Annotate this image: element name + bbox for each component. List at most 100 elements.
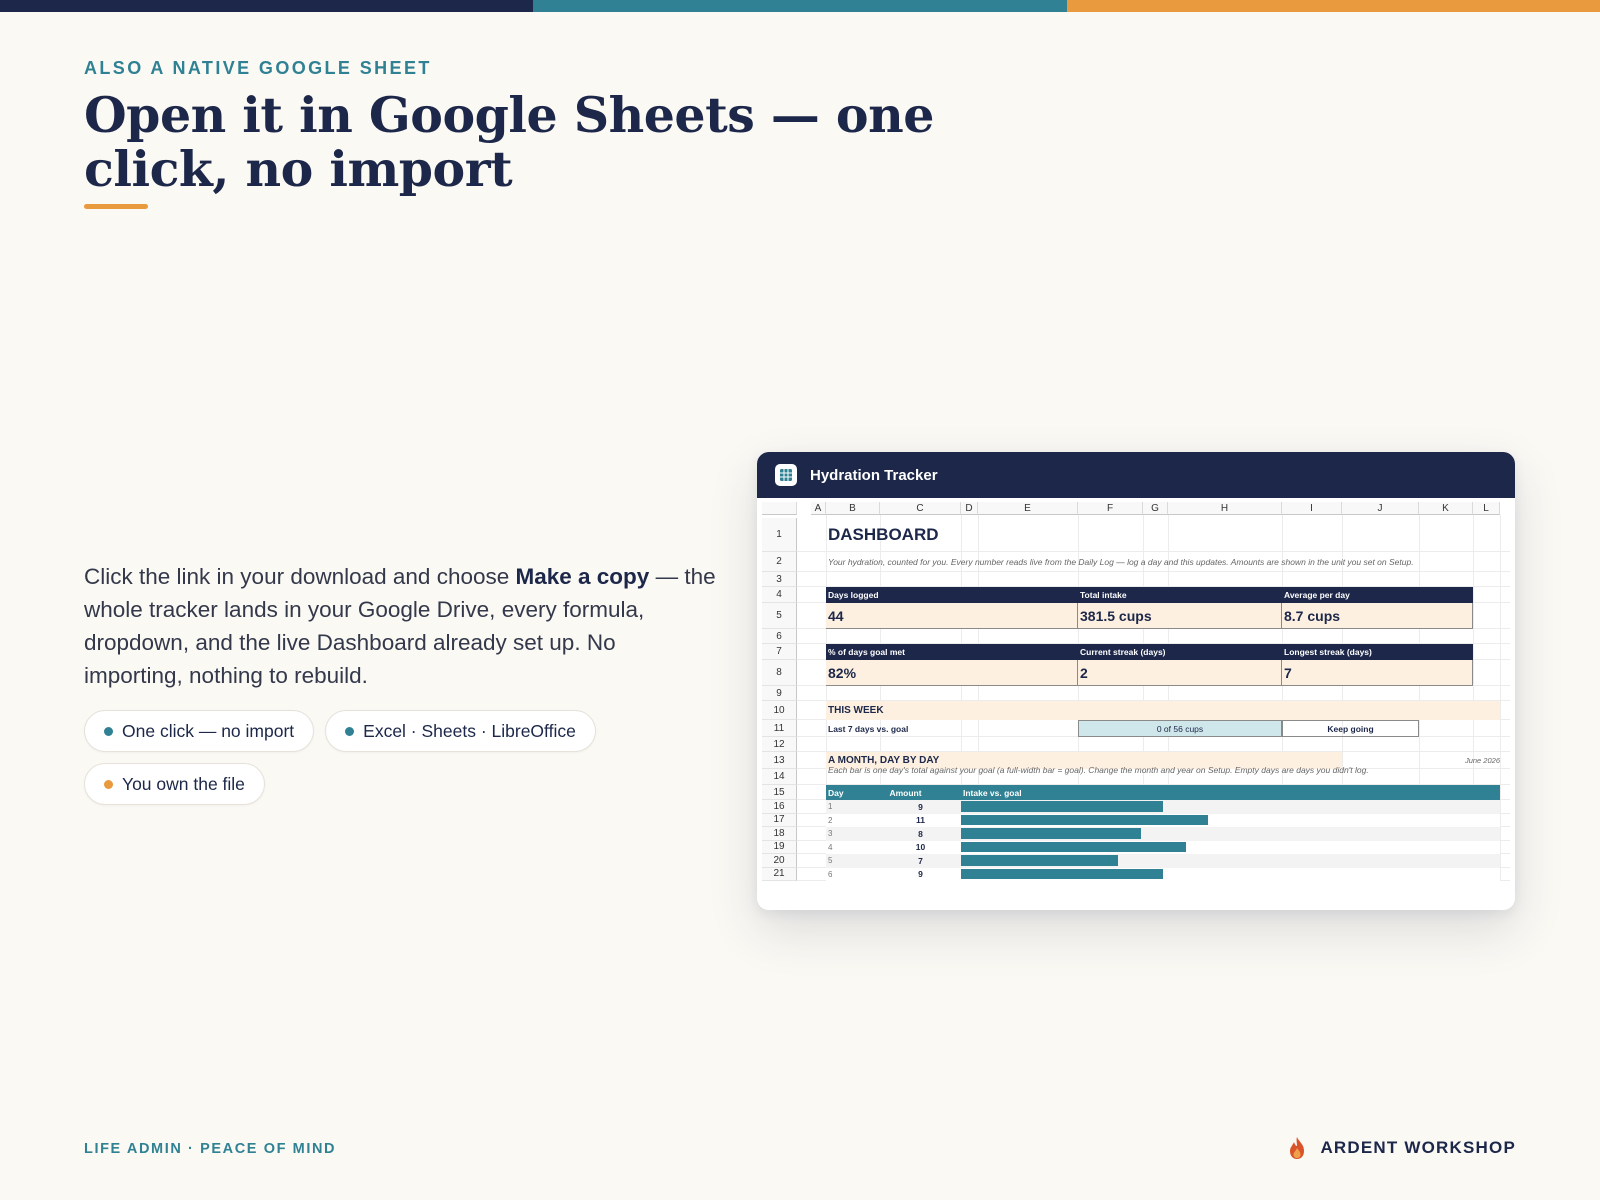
day-cell: 6	[828, 869, 833, 879]
row-header-9[interactable]: 9	[762, 686, 797, 701]
table-header-amount: Amount	[850, 785, 961, 800]
amount-cell: 10	[915, 842, 926, 853]
accent-segment-navy	[0, 0, 534, 12]
row-header-19[interactable]: 19	[762, 840, 797, 854]
row-header-2[interactable]: 2	[762, 552, 797, 572]
row-header-17[interactable]: 17	[762, 813, 797, 827]
sheet-grid-icon	[775, 464, 797, 486]
row-header-15[interactable]: 15	[762, 785, 797, 800]
kpi-label: % of days goal met	[826, 644, 1078, 660]
body-copy: Click the link in your download and choo…	[84, 560, 716, 692]
kpi-value: 44	[826, 603, 1078, 629]
top-accent-bar	[0, 0, 1600, 12]
body-text-bold: Make a copy	[515, 564, 650, 589]
intake-bar	[961, 855, 1118, 866]
week-progress-cell: 0 of 56 cups	[1078, 720, 1282, 737]
month-note: Each bar is one day's total against your…	[828, 765, 1369, 775]
column-header-l[interactable]: L	[1473, 502, 1500, 515]
column-header-a[interactable]: A	[811, 502, 826, 515]
page-title: Open it in Google Sheets — one click, no…	[84, 86, 934, 198]
dashboard-subtitle: Your hydration, counted for you. Every n…	[828, 557, 1414, 567]
intake-bar	[961, 841, 1186, 852]
kpi-label: Longest streak (days)	[1282, 644, 1473, 660]
day-cell: 5	[828, 856, 833, 866]
amount-cell: 7	[918, 855, 923, 866]
dot-icon	[104, 779, 113, 789]
window-title: Hydration Tracker	[810, 466, 938, 484]
sheet-corner	[762, 502, 797, 515]
intake-bar	[961, 828, 1141, 839]
sheet-grid: A B C D E F G H I J K L 1 2 3 4 5 6 7 8 9 10 11 12 13 14 15 16 17 18 1…	[757, 498, 1515, 910]
column-header-i[interactable]: I	[1282, 502, 1342, 515]
row-header-14[interactable]: 14	[762, 769, 797, 785]
brand-name: ARDENT WORKSHOP	[1320, 1138, 1516, 1157]
row-header-6[interactable]: 6	[762, 629, 797, 644]
day-cell: 3	[828, 829, 833, 839]
column-header-b[interactable]: B	[826, 502, 880, 515]
row-header-1[interactable]: 1	[762, 518, 797, 552]
title-underline	[84, 204, 148, 209]
pill-label: One click — no import	[122, 720, 295, 741]
dashboard-title: DASHBOARD	[828, 525, 939, 544]
column-header-j[interactable]: J	[1342, 502, 1419, 515]
body-text-start: Click the link in your download and choo…	[84, 564, 516, 589]
kpi-value: 82%	[826, 660, 1078, 686]
row-header-13[interactable]: 13	[762, 752, 797, 769]
kpi-value: 2	[1078, 660, 1282, 686]
row-header-12[interactable]: 12	[762, 737, 797, 752]
amount-cell: 8	[918, 828, 923, 839]
day-cell: 2	[828, 815, 833, 825]
footer-tagline: LIFE ADMIN · PEACE OF MIND	[84, 1141, 337, 1157]
pill-label: You own the file	[122, 773, 245, 794]
row-header-5[interactable]: 5	[762, 603, 797, 629]
column-header-c[interactable]: C	[880, 502, 961, 515]
day-cell: 4	[828, 842, 833, 852]
amount-cell: 9	[918, 801, 923, 812]
kpi-value: 7	[1282, 660, 1473, 686]
spreadsheet-preview-window: Hydration Tracker ABCDEFGHIJKL1234567891…	[757, 452, 1515, 910]
row-header-4[interactable]: 4	[762, 587, 797, 603]
column-header-f[interactable]: F	[1078, 502, 1143, 515]
window-titlebar: Hydration Tracker	[757, 452, 1515, 498]
row-header-10[interactable]: 10	[762, 701, 797, 720]
accent-segment-orange	[1066, 0, 1600, 12]
row-header-3[interactable]: 3	[762, 572, 797, 587]
amount-cell: 9	[918, 869, 923, 880]
footer-brand: ARDENT WORKSHOP	[1286, 1136, 1516, 1160]
pill-label: Excel · Sheets · LibreOffice	[363, 720, 576, 741]
kpi-label: Days logged	[826, 587, 1078, 603]
column-header-h[interactable]: H	[1168, 502, 1282, 515]
intake-bar	[961, 868, 1163, 879]
accent-segment-teal	[533, 0, 1067, 12]
row-header-21[interactable]: 21	[762, 867, 797, 881]
column-header-d[interactable]: D	[961, 502, 978, 515]
dot-icon	[345, 726, 355, 736]
intake-bar	[961, 801, 1163, 812]
row-header-20[interactable]: 20	[762, 854, 797, 868]
row-header-7[interactable]: 7	[762, 644, 797, 660]
column-header-e[interactable]: E	[978, 502, 1078, 515]
eyebrow-label: ALSO A NATIVE GOOGLE SHEET	[84, 58, 432, 78]
pill-ownership: You own the file	[84, 763, 265, 805]
row-header-8[interactable]: 8	[762, 660, 797, 686]
pill-compatibility: Excel · Sheets · LibreOffice	[325, 710, 596, 752]
row-header-18[interactable]: 18	[762, 827, 797, 841]
column-header-k[interactable]: K	[1419, 502, 1473, 515]
pill-one-click: One click — no import	[84, 710, 315, 752]
this-week-label: THIS WEEK	[826, 701, 1500, 720]
kpi-value: 8.7 cups	[1282, 603, 1473, 629]
kpi-label: Average per day	[1282, 587, 1473, 603]
kpi-label: Current streak (days)	[1078, 644, 1282, 660]
intake-bar	[961, 814, 1208, 825]
day-cell: 1	[828, 802, 833, 812]
kpi-value: 381.5 cups	[1078, 603, 1282, 629]
week-status-cell: Keep going	[1282, 720, 1419, 737]
amount-cell: 11	[916, 815, 925, 826]
this-week-sublabel: Last 7 days vs. goal	[828, 723, 909, 734]
dot-icon	[104, 726, 113, 736]
row-header-11[interactable]: 11	[762, 720, 797, 737]
row-header-16[interactable]: 16	[762, 800, 797, 814]
feature-pills: One click — no import Excel · Sheets · L…	[84, 710, 644, 805]
column-header-g[interactable]: G	[1143, 502, 1168, 515]
table-header-intake: Intake vs. goal	[961, 785, 1161, 800]
